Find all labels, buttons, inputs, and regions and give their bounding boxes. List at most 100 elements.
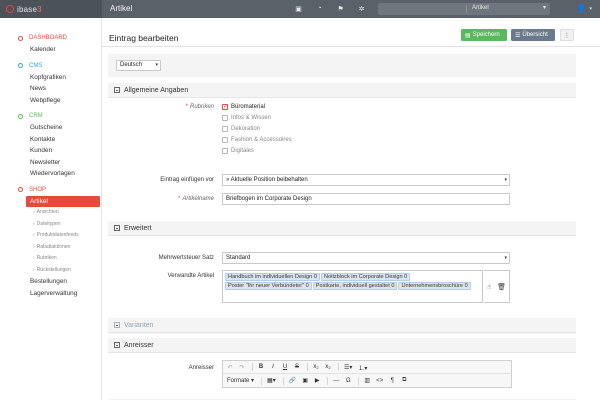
section-teaser: Anreisser Anreisser ↶ ↷ B I U S x2 x2 ☰▾ — [108, 338, 576, 400]
blocks-icon[interactable]: ▥ — [362, 376, 372, 386]
sidebar-head-shop[interactable]: SHOP — [0, 185, 101, 195]
user-icon[interactable]: 👤 — [576, 4, 586, 13]
brand-name: ibase — [17, 4, 38, 14]
image-icon[interactable]: ▣ — [294, 4, 303, 13]
main-content: Eintrag bearbeiten ▤ Speichern ☰ Übersicht… — [102, 18, 600, 400]
checkbox-fashion[interactable]: Fashion & Accessoires — [222, 137, 292, 143]
sidebar-item-kunden[interactable]: Kunden — [0, 145, 101, 157]
section-variants-header[interactable]: Varianten — [108, 318, 576, 333]
trash-icon[interactable]: 🗑 — [497, 283, 506, 291]
sidebar: DASHBOARD Kalender CMS Kopfgrafiken News… — [0, 18, 102, 400]
section-teaser-header[interactable]: Anreisser — [108, 338, 576, 353]
vat-label: Mehrwertsteuer Satz — [158, 255, 214, 261]
sidebar-subitem-ansichten[interactable]: Ansichten — [0, 207, 101, 219]
checkbox-bueromaterial[interactable]: Büromaterial — [222, 103, 265, 110]
sidebar-item-artikel[interactable]: Artikel — [26, 195, 100, 207]
brand-mark-icon — [6, 5, 14, 13]
related-tag[interactable]: Handbuch im individuellen Design 0 — [225, 273, 320, 281]
bold-icon[interactable]: B — [256, 362, 266, 372]
cms-icon — [18, 63, 23, 68]
brand-version: 3 — [37, 4, 42, 14]
insert-before-label: Eintrag einfügen vor — [160, 177, 214, 183]
sidebar-item-bestellungen[interactable]: Bestellungen — [0, 276, 101, 288]
undo-icon[interactable]: ↶ — [225, 362, 235, 372]
brand-logo[interactable]: ibase3 — [0, 0, 102, 18]
media-icon[interactable]: ▶ — [312, 376, 322, 386]
editor-toolbar: ↶ ↷ B I U S x2 x2 ☰▾ ⒈▾ Formate ▾ ▦▾ 🔗 ▣… — [222, 360, 512, 388]
search-input[interactable]: Artikel ▾ — [378, 3, 550, 15]
section-extended-header[interactable]: Erweitert — [108, 221, 576, 236]
article-name-input[interactable]: Briefbogen im Corporate Design — [222, 193, 510, 205]
horizontal-rule-icon[interactable]: — — [331, 376, 341, 386]
section-extended: Erweitert Mehrwertsteuer Satz Standard ▾ … — [108, 221, 576, 328]
chevron-down-icon[interactable]: ▾ — [589, 6, 592, 12]
sidebar-item-kopfgrafiken[interactable]: Kopfgrafiken — [0, 72, 101, 84]
more-options-button[interactable]: ⋮ — [560, 29, 574, 41]
expand-icon — [114, 322, 120, 328]
sidebar-subitem-dateitypen[interactable]: Dateitypen — [0, 219, 101, 231]
related-tag[interactable]: Poster "Ihr neuer Verbündeter" 0 — [225, 282, 312, 290]
sidebar-item-wiedervorlagen[interactable]: Wiedervorlagen — [0, 168, 101, 180]
sidebar-subitem-produktdatenfeeds[interactable]: Produktdatenfeeds — [0, 230, 101, 242]
chart-icon[interactable]: ◔ — [315, 4, 324, 13]
shop-icon — [18, 187, 23, 192]
list-icon: ☰ — [515, 32, 521, 39]
code-icon[interactable]: <> — [374, 376, 385, 386]
sidebar-subitem-rubriken[interactable]: Rubriken — [0, 253, 101, 265]
overview-button[interactable]: ☰ Übersicht — [511, 29, 555, 41]
related-articles-label: Verwandte Artikel — [167, 273, 214, 279]
format-dropdown[interactable]: Formate ▾ — [225, 376, 256, 386]
chevron-down-icon: ▾ — [504, 255, 507, 261]
sidebar-head-dashboard[interactable]: DASHBOARD — [0, 33, 101, 43]
sidebar-item-newsletter[interactable]: Newsletter — [0, 157, 101, 169]
dashboard-icon — [18, 35, 23, 41]
sidebar-item-kontakte[interactable]: Kontakte — [0, 134, 101, 146]
language-select[interactable]: Deutsch ▾ — [116, 60, 161, 71]
section-general: Allgemeine Angaben *Rubriken Büromateria… — [108, 83, 576, 225]
sidebar-head-crm[interactable]: CRM — [0, 111, 101, 121]
top-bar: ibase3 Artikel ▣ ◔ ⚑ ✲ Artikel ▾ 👤 ▾ — [0, 0, 600, 18]
table-icon[interactable]: ▦▾ — [265, 376, 278, 386]
italic-icon[interactable]: I — [268, 362, 278, 372]
paste-icon[interactable]: ⧉ — [399, 376, 409, 386]
related-tag[interactable]: Notizblock im Corporate Design 0 — [320, 273, 411, 281]
article-name-label: * Artikelname — [177, 196, 214, 202]
related-articles-field[interactable]: Handbuch im individuellen Design 0 Notizb… — [222, 270, 483, 303]
bookmark-icon[interactable]: ⚑ — [336, 4, 345, 13]
sidebar-item-news[interactable]: News — [0, 83, 101, 95]
bullet-list-icon[interactable]: ☰▾ — [342, 362, 354, 372]
special-char-icon[interactable]: Ω — [343, 376, 353, 386]
sidebar-item-webpflege[interactable]: Webpflege — [0, 95, 101, 107]
sidebar-item-lagerverwaltung[interactable]: Lagerverwaltung — [0, 288, 101, 300]
checkbox-infos-wissen[interactable]: Infos & Wissen — [222, 115, 271, 121]
save-button[interactable]: ▤ Speichern — [461, 29, 507, 41]
section-general-header[interactable]: Allgemeine Angaben — [108, 83, 576, 98]
strikethrough-icon[interactable]: S — [292, 362, 302, 372]
paragraph-icon[interactable]: ¶ — [387, 376, 397, 386]
sidebar-subitem-rabattaktionen[interactable]: Rabattaktionen — [0, 242, 101, 254]
chevron-down-icon[interactable]: ▾ — [543, 4, 546, 11]
insert-position-select[interactable]: » Aktuelle Position beibehalten ▾ — [222, 174, 510, 186]
settings-icon[interactable]: ✲ — [357, 4, 366, 13]
sidebar-item-gutscheine[interactable]: Gutscheine — [0, 122, 101, 134]
subscript-icon[interactable]: x2 — [323, 362, 333, 372]
search-scope[interactable]: Artikel — [472, 5, 489, 11]
rubriken-label: * Rubriken — [185, 104, 214, 110]
collapse-icon — [114, 225, 120, 231]
checkbox-digitales[interactable]: Digitales — [222, 148, 254, 154]
sidebar-item-kalender[interactable]: Kalender — [0, 44, 101, 56]
link-icon[interactable]: 🔗 — [287, 376, 298, 386]
underline-icon[interactable]: U — [280, 362, 290, 372]
superscript-icon[interactable]: x2 — [311, 362, 321, 372]
hand-pointer-icon[interactable]: ☝ — [487, 283, 491, 291]
sidebar-subitem-rueckstellungen[interactable]: Rückstellungen — [0, 265, 101, 277]
module-title: Artikel — [110, 4, 133, 13]
redo-icon[interactable]: ↷ — [237, 362, 247, 372]
vat-select[interactable]: Standard ▾ — [222, 252, 510, 264]
sidebar-head-cms[interactable]: CMS — [0, 61, 101, 71]
related-tag[interactable]: Unternehmensbroschüre 0 — [398, 282, 471, 290]
image-icon[interactable]: ▣ — [300, 376, 310, 386]
checkbox-dekoration[interactable]: Dekoration — [222, 126, 260, 132]
numbered-list-icon[interactable]: ⒈▾ — [356, 362, 369, 372]
related-tag[interactable]: Postkarte, individuell gestaltet 0 — [312, 282, 398, 290]
